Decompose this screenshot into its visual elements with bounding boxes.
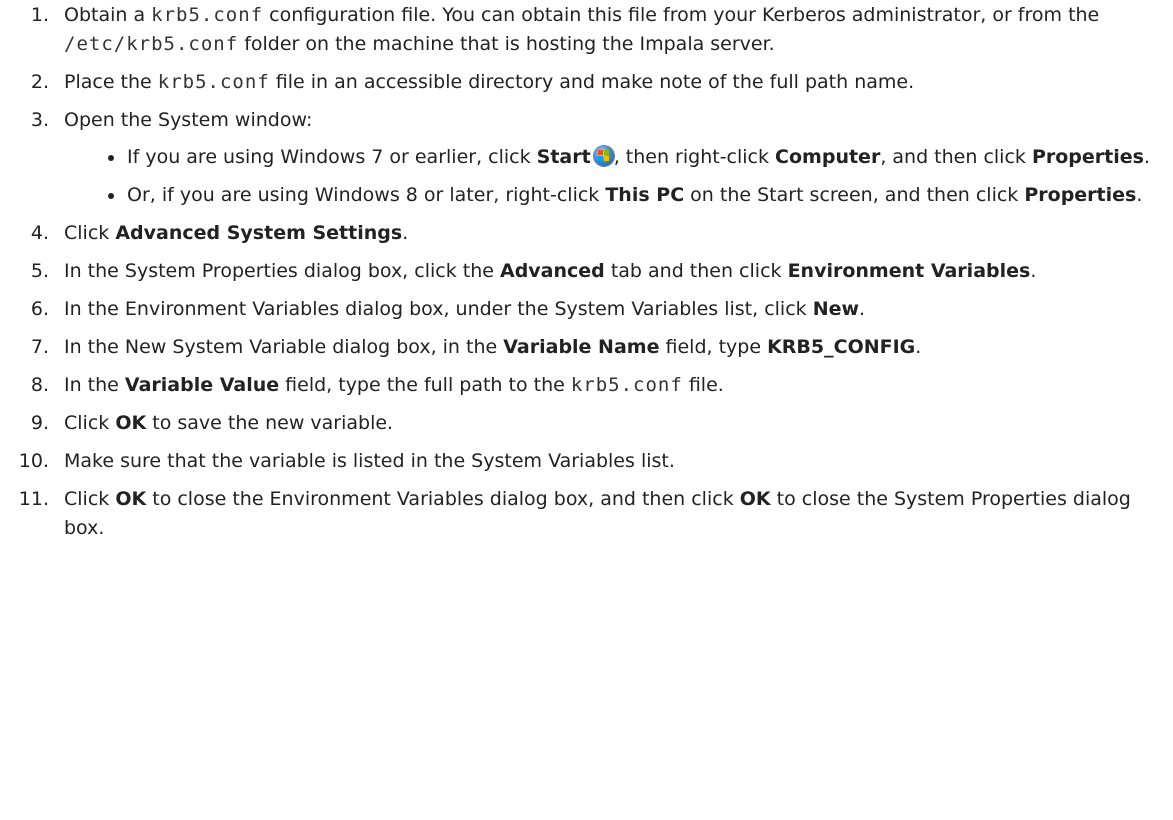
step-text: Obtain a bbox=[64, 4, 152, 26]
step-3: 3. Open the System window: If you are us… bbox=[0, 106, 1173, 210]
step-text: to close the Environment Variables dialo… bbox=[146, 488, 740, 510]
step-text: . bbox=[859, 298, 866, 320]
step-text: file in an accessible directory and make… bbox=[269, 71, 915, 93]
ui-term-new: New bbox=[812, 298, 860, 320]
step-number: 9. bbox=[30, 412, 49, 434]
document-page: 1. Obtain a krb5.conf configuration file… bbox=[0, 0, 1173, 820]
bullet-icon bbox=[108, 193, 114, 199]
sub-text: on the Start screen, and then click bbox=[684, 184, 1025, 206]
step-text: In the System Properties dialog box, cli… bbox=[64, 260, 500, 282]
ui-term-properties: Properties bbox=[1031, 146, 1144, 168]
step-text: to save the new variable. bbox=[146, 412, 394, 434]
step-7: 7. In the New System Variable dialog box… bbox=[0, 333, 1173, 362]
step-number: 1. bbox=[30, 4, 49, 26]
ui-term-advanced: Advanced bbox=[499, 260, 605, 282]
step-number: 10. bbox=[18, 450, 49, 472]
step-text: tab and then click bbox=[604, 260, 788, 282]
sub-text: , and then click bbox=[880, 146, 1032, 168]
step-11: 11. Click OK to close the Environment Va… bbox=[0, 485, 1173, 543]
step-text: In the bbox=[64, 374, 125, 396]
sub-text: If you are using Windows 7 or earlier, c… bbox=[127, 146, 537, 168]
step-text: . bbox=[402, 222, 409, 244]
sub-text: . bbox=[1136, 184, 1143, 206]
file-name-code: krb5.conf bbox=[157, 71, 270, 93]
step-text: field, type the full path to the bbox=[279, 374, 571, 396]
step-8: 8. In the Variable Value field, type the… bbox=[0, 371, 1173, 400]
sub-text: . bbox=[1143, 146, 1150, 168]
step-number: 8. bbox=[30, 374, 49, 396]
sub-item-windows-8: Or, if you are using Windows 8 or later,… bbox=[64, 181, 1165, 210]
step-text: file. bbox=[682, 374, 724, 396]
step-text: Click bbox=[64, 412, 116, 434]
step-text: Click bbox=[64, 488, 116, 510]
step-text: . bbox=[1030, 260, 1037, 282]
ui-term-environment-variables: Environment Variables bbox=[787, 260, 1031, 282]
file-path-code: /etc/krb5.conf bbox=[64, 33, 239, 55]
step-number: 5. bbox=[30, 260, 49, 282]
step-number: 4. bbox=[30, 222, 49, 244]
ui-term-ok: OK bbox=[739, 488, 771, 510]
step-number: 7. bbox=[30, 336, 49, 358]
step-number: 2. bbox=[30, 71, 49, 93]
ui-term-properties: Properties bbox=[1024, 184, 1137, 206]
step-10: 10. Make sure that the variable is liste… bbox=[0, 447, 1173, 476]
sub-text: Or, if you are using Windows 8 or later,… bbox=[127, 184, 606, 206]
ui-term-start: Start bbox=[536, 146, 591, 168]
step-9: 9. Click OK to save the new variable. bbox=[0, 409, 1173, 438]
step-6: 6. In the Environment Variables dialog b… bbox=[0, 295, 1173, 324]
step-1: 1. Obtain a krb5.conf configuration file… bbox=[0, 1, 1173, 59]
step-3-options: If you are using Windows 7 or earlier, c… bbox=[64, 143, 1165, 210]
file-name-code: krb5.conf bbox=[151, 4, 264, 26]
step-5: 5. In the System Properties dialog box, … bbox=[0, 257, 1173, 286]
step-2: 2. Place the krb5.conf file in an access… bbox=[0, 68, 1173, 97]
ui-term-ok: OK bbox=[115, 412, 147, 434]
step-number: 6. bbox=[30, 298, 49, 320]
step-text: configuration file. You can obtain this … bbox=[263, 4, 1100, 26]
step-number: 3. bbox=[30, 109, 49, 131]
ui-term-advanced-system-settings: Advanced System Settings bbox=[115, 222, 403, 244]
instruction-steps-list: 1. Obtain a krb5.conf configuration file… bbox=[0, 1, 1173, 552]
step-text: Click bbox=[64, 222, 116, 244]
sub-item-windows-7: If you are using Windows 7 or earlier, c… bbox=[64, 143, 1165, 172]
step-text: field, type bbox=[659, 336, 768, 358]
ui-term-ok: OK bbox=[115, 488, 147, 510]
step-text: folder on the machine that is hosting th… bbox=[238, 33, 775, 55]
step-text: Place the bbox=[64, 71, 158, 93]
step-number: 11. bbox=[18, 488, 49, 510]
sub-text: , then right-click bbox=[613, 146, 776, 168]
step-4: 4. Click Advanced System Settings. bbox=[0, 219, 1173, 248]
bullet-icon bbox=[108, 155, 114, 161]
step-text: . bbox=[915, 336, 922, 358]
step-text: Make sure that the variable is listed in… bbox=[64, 450, 675, 472]
windows-start-orb-icon bbox=[593, 146, 614, 166]
ui-term-variable-value: Variable Value bbox=[124, 374, 280, 396]
ui-term-krb5-config: KRB5_CONFIG bbox=[767, 336, 916, 358]
step-text: In the New System Variable dialog box, i… bbox=[64, 336, 504, 358]
ui-term-variable-name: Variable Name bbox=[503, 336, 660, 358]
file-name-code: krb5.conf bbox=[570, 374, 683, 396]
ui-term-computer: Computer bbox=[775, 146, 881, 168]
step-text: In the Environment Variables dialog box,… bbox=[64, 298, 813, 320]
ui-term-this-pc: This PC bbox=[605, 184, 685, 206]
step-text: Open the System window: bbox=[64, 109, 313, 131]
